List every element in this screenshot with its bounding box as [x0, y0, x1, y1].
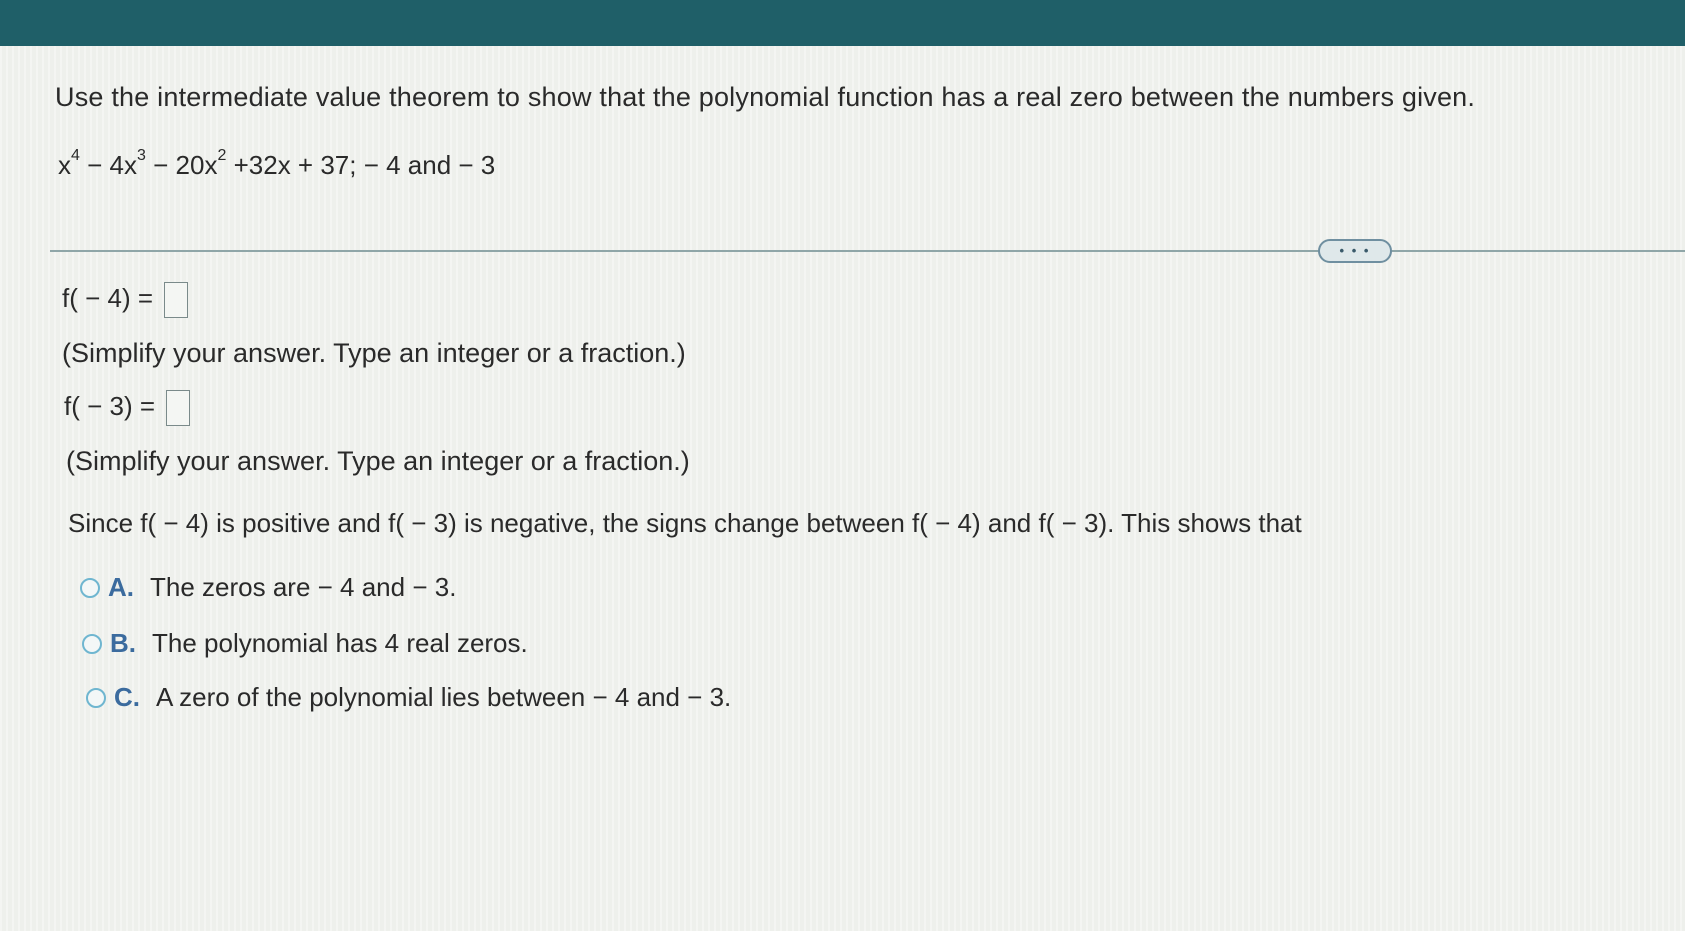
f-neg3-label: f( − 3) = — [64, 390, 156, 421]
question-page: Use the intermediate value theorem to sh… — [0, 46, 1685, 931]
section-divider — [50, 250, 1685, 252]
poly-exp-2: 3 — [137, 147, 146, 165]
conclusion-text: Since f( − 4) is positive and f( − 3) is… — [68, 508, 1302, 538]
poly-exp-1: 4 — [71, 147, 80, 165]
choice-a-letter: A. — [108, 572, 134, 602]
f-neg3-hint: (Simplify your answer. Type an integer o… — [66, 446, 690, 476]
choice-a[interactable]: A. The zeros are − 4 and − 3. — [80, 572, 456, 603]
poly-term-4: +32x + 37; − 4 and − 3 — [226, 150, 496, 180]
f-neg4-hint: (Simplify your answer. Type an integer o… — [62, 338, 686, 368]
choice-c[interactable]: C. A zero of the polynomial lies between… — [86, 682, 731, 713]
choice-a-radio[interactable] — [80, 577, 100, 598]
choice-b-radio[interactable] — [82, 633, 102, 654]
polynomial-expression: x4 − 4x3 − 20x2 +32x + 37; − 4 and − 3 — [58, 147, 496, 181]
f-neg4-label: f( − 4) = — [62, 282, 154, 313]
choice-b[interactable]: B. The polynomial has 4 real zeros. — [82, 628, 528, 659]
f-neg4-answer-input[interactable] — [164, 282, 189, 318]
question-prompt: Use the intermediate value theorem to sh… — [55, 82, 1476, 112]
choice-a-text: The zeros are − 4 and − 3. — [150, 572, 457, 602]
poly-term-3: − 20x — [145, 150, 218, 180]
choice-c-radio[interactable] — [86, 687, 106, 708]
choice-c-letter: C. — [114, 682, 140, 712]
poly-term-1: x — [58, 150, 71, 180]
poly-exp-3: 2 — [217, 147, 227, 165]
choice-b-text: The polynomial has 4 real zeros. — [152, 628, 528, 658]
choice-b-letter: B. — [110, 628, 136, 658]
f-neg4-row: f( − 4) = — [62, 282, 189, 318]
f-neg3-answer-input[interactable] — [166, 390, 191, 426]
poly-term-2: − 4x — [79, 150, 137, 180]
choice-c-text: A zero of the polynomial lies between − … — [156, 682, 732, 712]
more-options-button[interactable]: • • • — [1318, 239, 1392, 263]
f-neg3-row: f( − 3) = — [64, 390, 191, 426]
